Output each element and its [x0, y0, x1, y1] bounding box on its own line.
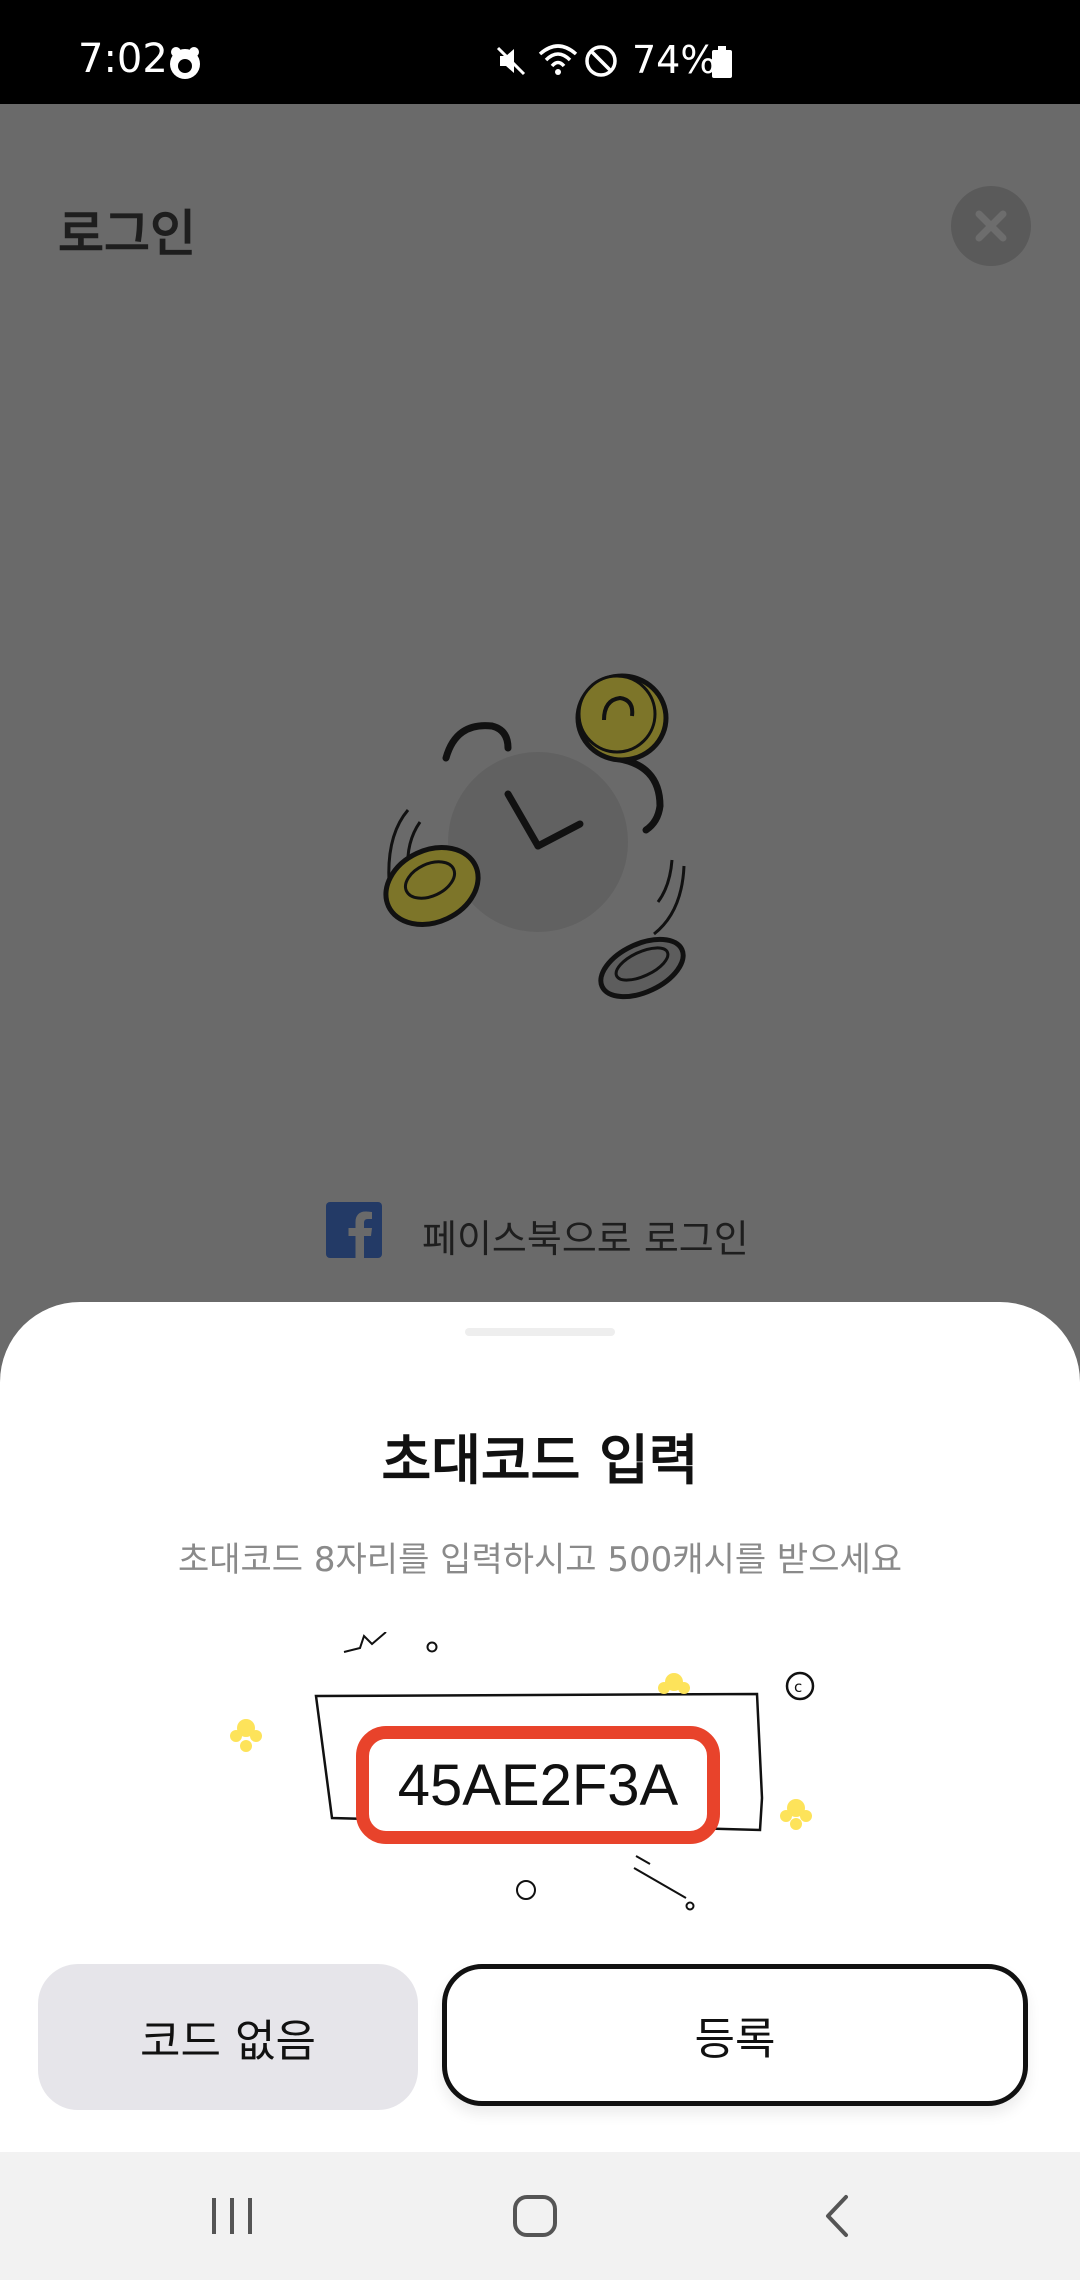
facebook-icon — [326, 1202, 382, 1258]
sheet-subtitle: 초대코드 8자리를 입력하시고 500캐시를 받으세요 — [177, 1540, 903, 1580]
recent-apps-icon[interactable] — [210, 2196, 254, 2240]
sheet-drag-handle[interactable] — [465, 1328, 615, 1336]
notification-app-icon — [166, 44, 204, 86]
invite-code-value: 45AE2F3A — [397, 1752, 679, 1818]
close-button[interactable] — [951, 186, 1031, 266]
invite-code-input[interactable]: 45AE2F3A — [356, 1726, 720, 1844]
close-icon — [975, 210, 1007, 242]
battery-icon — [712, 46, 732, 82]
wifi-icon — [538, 42, 578, 82]
svg-text:c: c — [794, 1678, 802, 1696]
invite-code-sheet: 초대코드 입력 초대코드 8자리를 입력하시고 500캐시를 받으세요 c 45… — [0, 1302, 1080, 2152]
system-navigation-bar — [0, 2152, 1080, 2280]
no-code-button[interactable]: 코드 없음 — [38, 1964, 418, 2110]
mute-icon — [494, 44, 528, 82]
sheet-title: 초대코드 입력 — [381, 1429, 699, 1492]
status-bar: 7:02 74% — [0, 0, 1080, 104]
facebook-login-label: 페이스북으로 로그인 — [422, 1217, 749, 1261]
back-icon[interactable] — [822, 2194, 852, 2242]
do-not-disturb-icon — [584, 44, 618, 82]
register-button[interactable]: 등록 — [442, 1964, 1028, 2106]
status-time: 7:02 — [78, 36, 168, 82]
home-icon[interactable] — [512, 2194, 558, 2242]
battery-percent: 74% — [632, 38, 717, 82]
code-illustration: c 45AE2F3A — [220, 1632, 860, 1922]
clock-coins-illustration — [383, 673, 686, 1000]
page-title: 로그인 — [58, 205, 196, 263]
